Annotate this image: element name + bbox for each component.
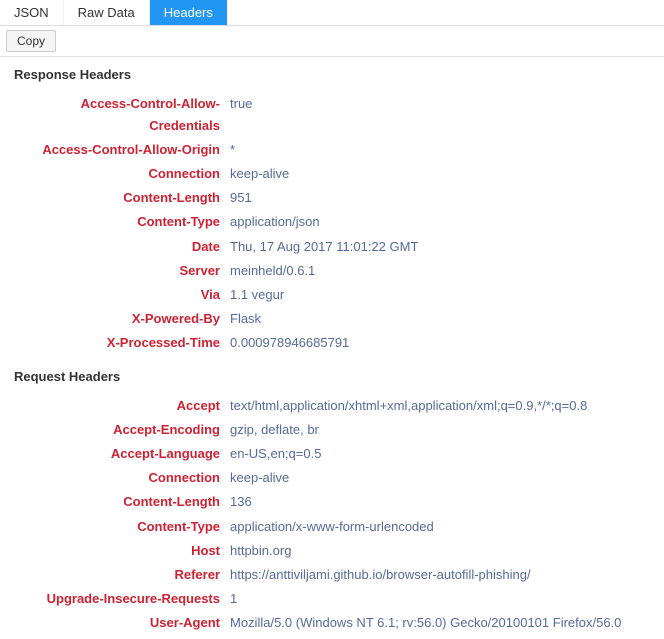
header-name: Connection <box>14 467 230 489</box>
header-value: meinheld/0.6.1 <box>230 260 650 282</box>
header-row: Upgrade-Insecure-Requests1 <box>14 587 650 611</box>
header-name: Referer <box>14 564 230 586</box>
header-value: application/x-www-form-urlencoded <box>230 516 650 538</box>
header-row: Connectionkeep-alive <box>14 162 650 186</box>
header-name: Via <box>14 284 230 306</box>
header-name: Connection <box>14 163 230 185</box>
header-value: application/json <box>230 211 650 233</box>
header-name: Accept <box>14 395 230 417</box>
header-name: X-Powered-By <box>14 308 230 330</box>
header-row: Connectionkeep-alive <box>14 466 650 490</box>
header-row: Access-Control-Allow-Origin* <box>14 138 650 162</box>
header-value: gzip, deflate, br <box>230 419 650 441</box>
header-name: Upgrade-Insecure-Requests <box>14 588 230 610</box>
header-row: Servermeinheld/0.6.1 <box>14 259 650 283</box>
header-name: Date <box>14 236 230 258</box>
header-value: text/html,application/xhtml+xml,applicat… <box>230 395 650 417</box>
header-value: 1 <box>230 588 650 610</box>
header-value: en-US,en;q=0.5 <box>230 443 650 465</box>
header-row: Accept-Languageen-US,en;q=0.5 <box>14 442 650 466</box>
response-headers-title: Response Headers <box>14 67 650 82</box>
header-row: Content-Length951 <box>14 186 650 210</box>
header-name: Content-Length <box>14 187 230 209</box>
header-row: Accepttext/html,application/xhtml+xml,ap… <box>14 394 650 418</box>
response-headers-section: Response Headers Access-Control-Allow-Cr… <box>0 57 664 359</box>
header-name: Content-Length <box>14 491 230 513</box>
header-row: Hosthttpbin.org <box>14 539 650 563</box>
header-row: Content-Typeapplication/json <box>14 210 650 234</box>
header-value: httpbin.org <box>230 540 650 562</box>
header-row: Accept-Encodinggzip, deflate, br <box>14 418 650 442</box>
header-row: X-Processed-Time0.000978946685791 <box>14 331 650 355</box>
tab-raw-data[interactable]: Raw Data <box>64 0 150 25</box>
header-row: Access-Control-Allow-Credentialstrue <box>14 92 650 138</box>
header-name: User-Agent <box>14 612 230 634</box>
header-name: X-Processed-Time <box>14 332 230 354</box>
tab-json[interactable]: JSON <box>0 0 64 25</box>
header-row: Content-Length136 <box>14 490 650 514</box>
header-row: X-Powered-ByFlask <box>14 307 650 331</box>
header-value: Flask <box>230 308 650 330</box>
header-value: * <box>230 139 650 161</box>
header-value: 136 <box>230 491 650 513</box>
tab-headers[interactable]: Headers <box>150 0 228 25</box>
header-value: keep-alive <box>230 467 650 489</box>
copy-button[interactable]: Copy <box>6 30 56 52</box>
header-value: https://anttiviljami.github.io/browser-a… <box>230 564 650 586</box>
header-name: Accept-Language <box>14 443 230 465</box>
header-row: Refererhttps://anttiviljami.github.io/br… <box>14 563 650 587</box>
header-value: 1.1 vegur <box>230 284 650 306</box>
header-name: Content-Type <box>14 516 230 538</box>
header-row: Content-Typeapplication/x-www-form-urlen… <box>14 515 650 539</box>
header-value: 0.000978946685791 <box>230 332 650 354</box>
header-row: Via1.1 vegur <box>14 283 650 307</box>
header-value: 951 <box>230 187 650 209</box>
header-name: Host <box>14 540 230 562</box>
toolbar: Copy <box>0 26 664 57</box>
header-name: Access-Control-Allow-Credentials <box>14 93 230 137</box>
request-headers-list: Accepttext/html,application/xhtml+xml,ap… <box>14 394 650 635</box>
header-name: Access-Control-Allow-Origin <box>14 139 230 161</box>
request-headers-title: Request Headers <box>14 369 650 384</box>
header-name: Accept-Encoding <box>14 419 230 441</box>
header-value: Thu, 17 Aug 2017 11:01:22 GMT <box>230 236 650 258</box>
response-headers-list: Access-Control-Allow-CredentialstrueAcce… <box>14 92 650 355</box>
header-name: Server <box>14 260 230 282</box>
header-name: Content-Type <box>14 211 230 233</box>
tabs-bar: JSON Raw Data Headers <box>0 0 664 26</box>
request-headers-section: Request Headers Accepttext/html,applicat… <box>0 359 664 639</box>
header-value: true <box>230 93 650 115</box>
header-row: User-AgentMozilla/5.0 (Windows NT 6.1; r… <box>14 611 650 635</box>
header-value: Mozilla/5.0 (Windows NT 6.1; rv:56.0) Ge… <box>230 612 650 634</box>
header-row: DateThu, 17 Aug 2017 11:01:22 GMT <box>14 235 650 259</box>
header-value: keep-alive <box>230 163 650 185</box>
